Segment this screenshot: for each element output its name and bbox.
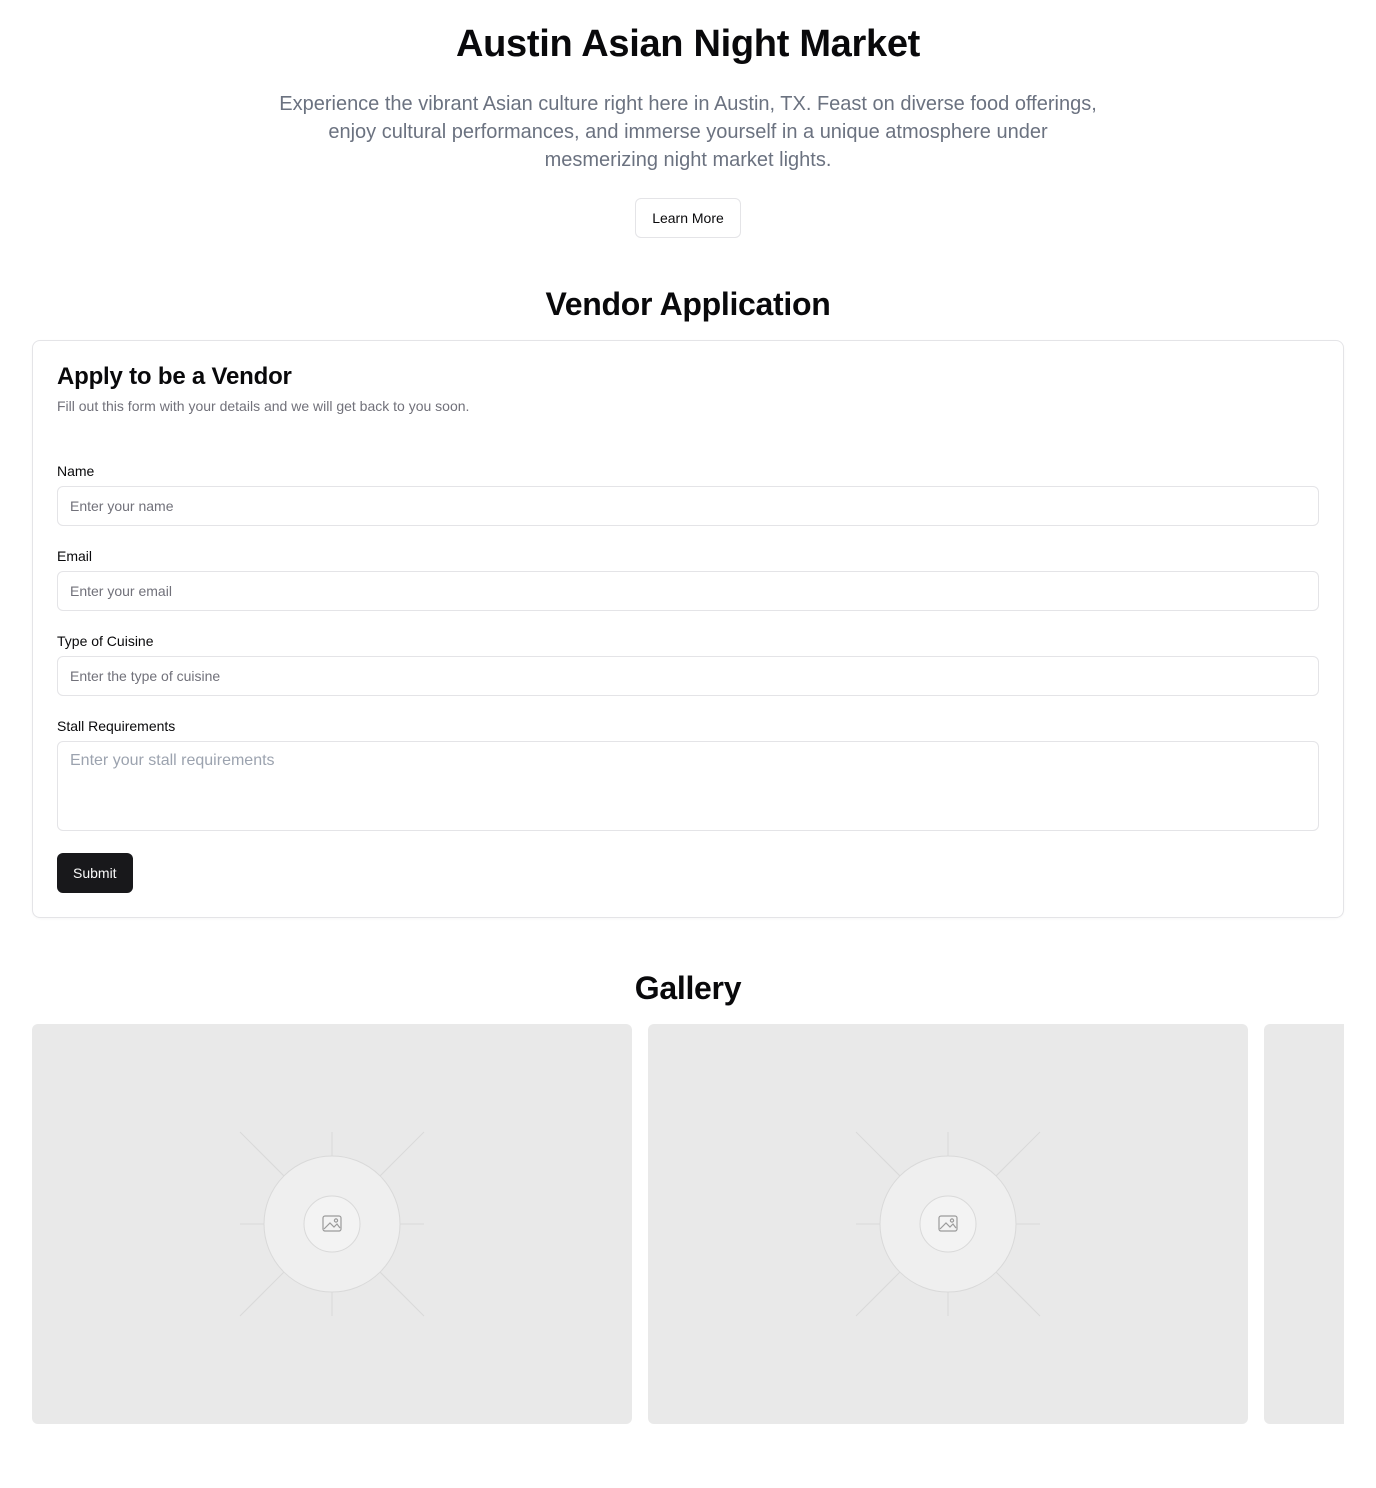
card-description: Fill out this form with your details and… [57, 398, 470, 414]
hero-title: Austin Asian Night Market [455, 23, 921, 65]
stall-requirements-textarea[interactable] [57, 741, 1319, 831]
cuisine-label: Type of Cuisine [57, 633, 154, 649]
page: Austin Asian Night Market Experience the… [0, 0, 1376, 1488]
image-placeholder-icon [239, 1131, 425, 1317]
hero-description: Experience the vibrant Asian culture rig… [279, 93, 1097, 171]
stall-requirements-label: Stall Requirements [57, 718, 176, 734]
gallery-item-3[interactable] [1264, 1024, 1344, 1424]
gallery-item-1[interactable] [32, 1024, 632, 1424]
cuisine-input[interactable] [57, 656, 1319, 696]
learn-more-button[interactable]: Learn More [635, 198, 741, 238]
cuisine-field-group: Type of Cuisine [57, 631, 1319, 696]
gallery-section-title: Gallery [634, 970, 742, 1006]
gallery-item-2[interactable] [648, 1024, 1248, 1424]
submit-button[interactable]: Submit [57, 853, 133, 893]
card-title: Apply to be a Vendor [57, 363, 292, 390]
vendor-form: Name Email Type of Cuisine Stall Require… [57, 461, 1319, 893]
image-placeholder-icon [855, 1131, 1041, 1317]
name-input[interactable] [57, 486, 1319, 526]
hero-section: Austin Asian Night Market Experience the… [0, 0, 1376, 238]
stall-field-group: Stall Requirements [57, 716, 1319, 831]
email-input[interactable] [57, 571, 1319, 611]
image-placeholder-icon [1264, 1024, 1344, 1424]
name-label: Name [57, 463, 95, 479]
gallery-track [32, 1024, 1344, 1424]
gallery-carousel[interactable] [32, 1024, 1344, 1424]
email-field-group: Email [57, 546, 1319, 611]
vendor-application-card: Apply to be a Vendor Fill out this form … [32, 340, 1344, 918]
name-field-group: Name [57, 461, 1319, 526]
vendor-section-title: Vendor Application [545, 286, 831, 322]
email-label: Email [57, 548, 93, 564]
